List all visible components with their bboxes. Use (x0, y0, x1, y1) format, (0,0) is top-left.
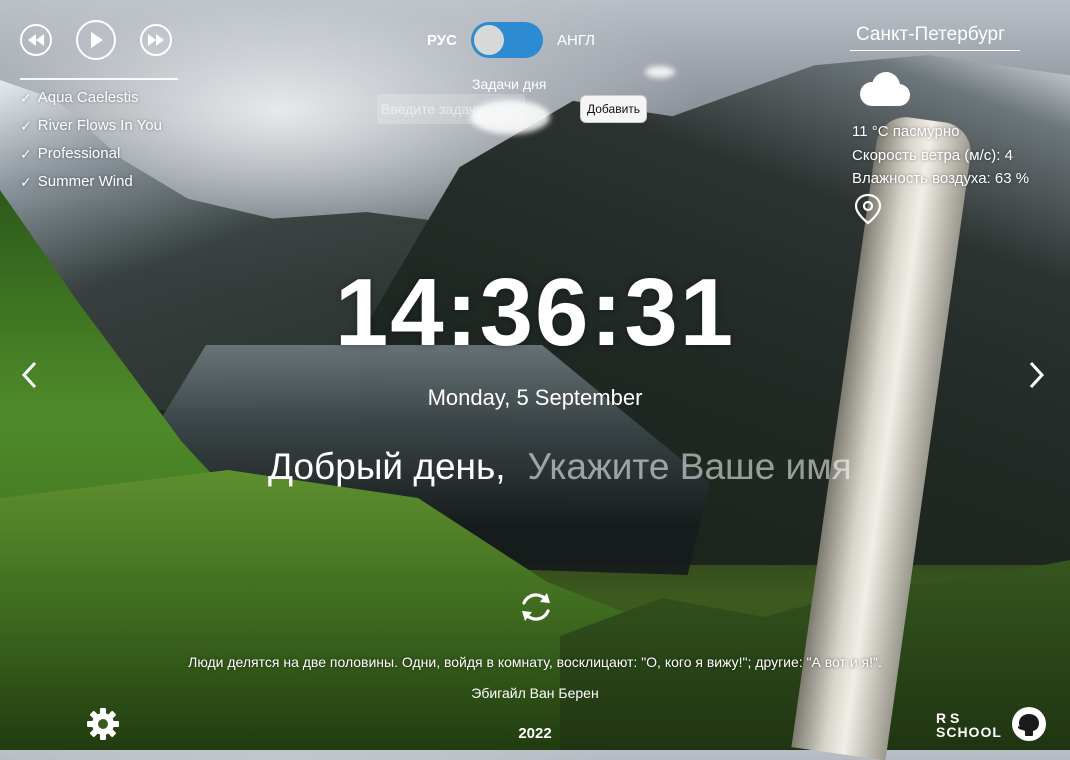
playlist-item[interactable]: ✓ Aqua Caelestis (20, 84, 180, 112)
playlist-item[interactable]: ✓ Professional (20, 140, 180, 168)
name-input[interactable]: Укажите Ваше имя (528, 446, 852, 488)
language-switch: РУС АНГЛ (427, 22, 595, 58)
rs-school-logo[interactable]: R S SCHOOL (936, 711, 1002, 742)
github-icon[interactable] (1011, 706, 1047, 742)
location-pin-icon[interactable] (854, 193, 882, 225)
playlist-item[interactable]: ✓ Summer Wind (20, 168, 180, 196)
todo-input[interactable] (377, 94, 525, 124)
skip-back-icon (28, 34, 44, 46)
track-title: River Flows In You (37, 117, 162, 134)
track-title: Summer Wind (37, 173, 133, 190)
progress-divider (20, 78, 178, 80)
check-icon: ✓ (20, 118, 32, 134)
weather-wind: Скорость ветра (м/с): 4 (852, 147, 1013, 164)
lang-label-en[interactable]: АНГЛ (557, 32, 595, 49)
track-title: Professional (37, 145, 121, 162)
weather-temp-description: 11 °С пасмурно (852, 123, 960, 140)
check-icon: ✓ (20, 90, 32, 106)
greeting-text: Добрый день, (268, 446, 506, 487)
language-toggle[interactable] (470, 22, 543, 58)
check-icon: ✓ (20, 146, 32, 162)
rs-logo-bottom: SCHOOL (936, 724, 1002, 740)
greeting: Добрый день, Укажите Ваше имя (268, 446, 852, 488)
playlist: ✓ Aqua Caelestis ✓ River Flows In You ✓ Pro… (20, 84, 180, 196)
skip-forward-icon (148, 34, 164, 46)
toggle-knob (473, 25, 504, 55)
check-icon: ✓ (20, 174, 32, 190)
refresh-quote-icon[interactable] (519, 589, 553, 625)
next-track-button[interactable] (140, 24, 172, 56)
track-title: Aqua Caelestis (37, 89, 139, 106)
clock-date: Monday, 5 September (427, 385, 643, 410)
lang-label-ru[interactable]: РУС (427, 32, 457, 49)
playlist-item[interactable]: ✓ River Flows In You (20, 112, 180, 140)
prev-track-button[interactable] (20, 24, 52, 56)
add-task-button[interactable]: Добавить (580, 95, 648, 123)
play-button[interactable] (76, 20, 116, 60)
clock-time: 14:36:31 (334, 259, 736, 366)
quote-text: Люди делятся на две половины. Одни, войд… (188, 654, 882, 670)
play-icon (91, 32, 103, 48)
todo-title: Задачи дня (472, 76, 547, 92)
audio-player: ✓ Aqua Caelestis ✓ River Flows In You ✓ Pro… (20, 20, 180, 196)
copyright-year: 2022 (518, 725, 552, 742)
weather-humidity: Влажность воздуха: 63 % (852, 170, 1030, 187)
city-input[interactable]: Санкт-Петербург (850, 24, 1020, 51)
cloud-icon (860, 72, 910, 106)
cloud-deco (645, 66, 675, 78)
quote-author: Эбигайл Ван Берен (471, 685, 599, 701)
player-controls (20, 20, 180, 60)
